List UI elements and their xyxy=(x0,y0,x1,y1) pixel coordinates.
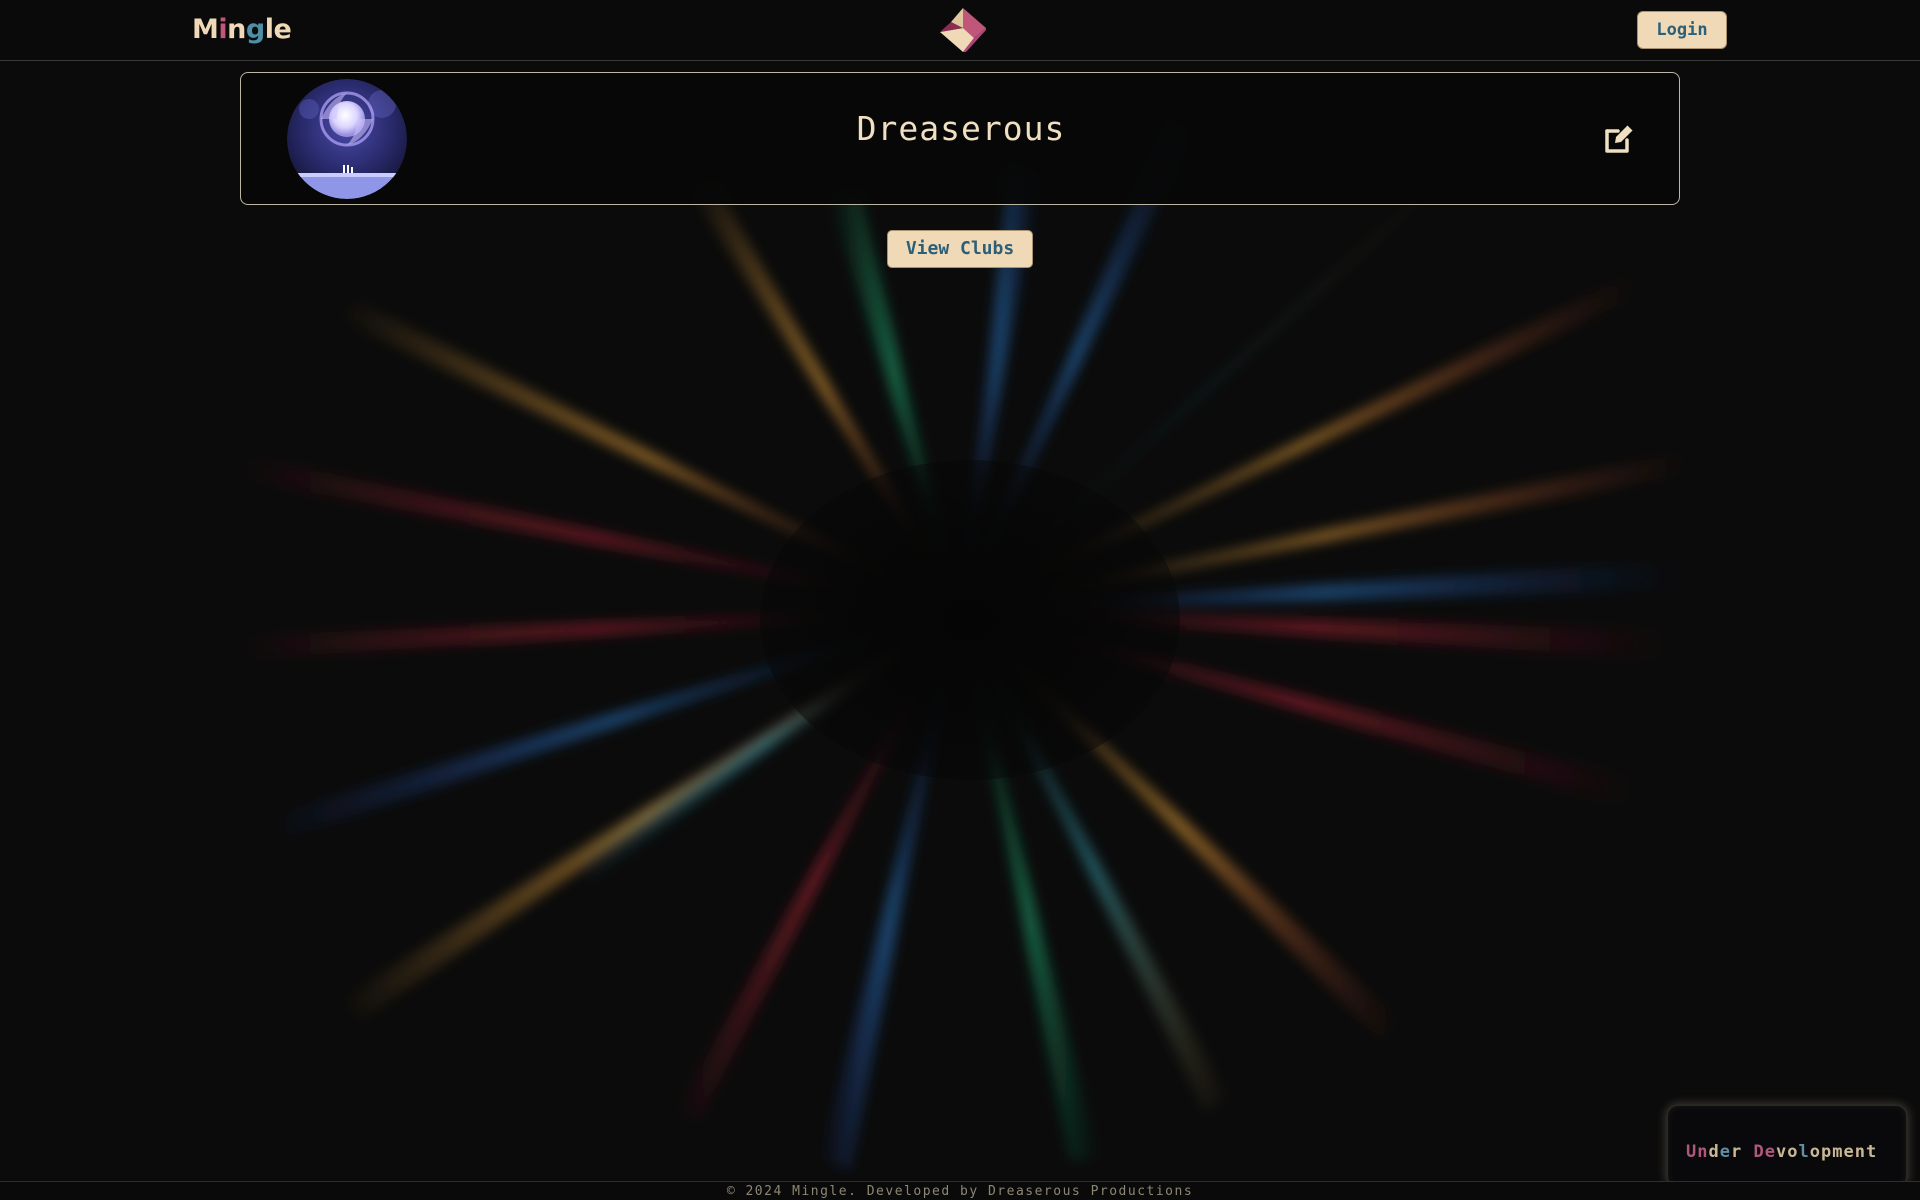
brand-logo-text[interactable]: Mingle xyxy=(192,12,292,48)
edit-icon[interactable] xyxy=(1601,121,1637,157)
brand-letter: e xyxy=(273,14,292,45)
badge-letter: e xyxy=(1764,1142,1776,1162)
badge-letter: r xyxy=(1731,1142,1743,1162)
badge-letter: n xyxy=(1854,1142,1866,1162)
under-development-badge: Under Devolopment xyxy=(1666,1104,1908,1188)
badge-letter: e xyxy=(1843,1142,1855,1162)
badge-letter: D xyxy=(1753,1142,1765,1162)
brand-letter: n xyxy=(227,14,246,45)
brand-letter: i xyxy=(218,14,228,45)
badge-letter: t xyxy=(1866,1142,1878,1162)
diamond-logo-icon[interactable] xyxy=(934,6,992,54)
badge-letter: d xyxy=(1708,1142,1720,1162)
badge-letter: o xyxy=(1809,1142,1821,1162)
profile-username: Dreaserous xyxy=(856,109,1066,148)
badge-letter: p xyxy=(1821,1142,1833,1162)
brand-letter: M xyxy=(192,14,219,45)
badge-letter: e xyxy=(1719,1142,1731,1162)
badge-letter: o xyxy=(1787,1142,1799,1162)
view-clubs-button[interactable]: View Clubs xyxy=(887,230,1033,268)
profile-card: Dreaserous xyxy=(240,72,1680,205)
badge-letter: U xyxy=(1686,1142,1698,1162)
footer: © 2024 Mingle. Developed by Dreaserous P… xyxy=(0,1181,1920,1200)
login-button[interactable]: Login xyxy=(1637,11,1727,49)
badge-letter xyxy=(1742,1142,1753,1162)
footer-copyright: © 2024 Mingle. Developed by Dreaserous P… xyxy=(726,1184,1194,1199)
brand-letter: g xyxy=(245,14,265,45)
badge-letter: n xyxy=(1697,1142,1709,1162)
brand-letter: l xyxy=(264,14,274,45)
under-development-text: Under Devolopment xyxy=(1686,1142,1877,1162)
badge-letter: l xyxy=(1798,1142,1810,1162)
page: Mingle Login Dreaserous View Clubs Under… xyxy=(0,0,1920,1200)
navbar: Mingle Login xyxy=(0,0,1920,61)
badge-letter: m xyxy=(1832,1142,1844,1162)
badge-letter: v xyxy=(1776,1142,1788,1162)
